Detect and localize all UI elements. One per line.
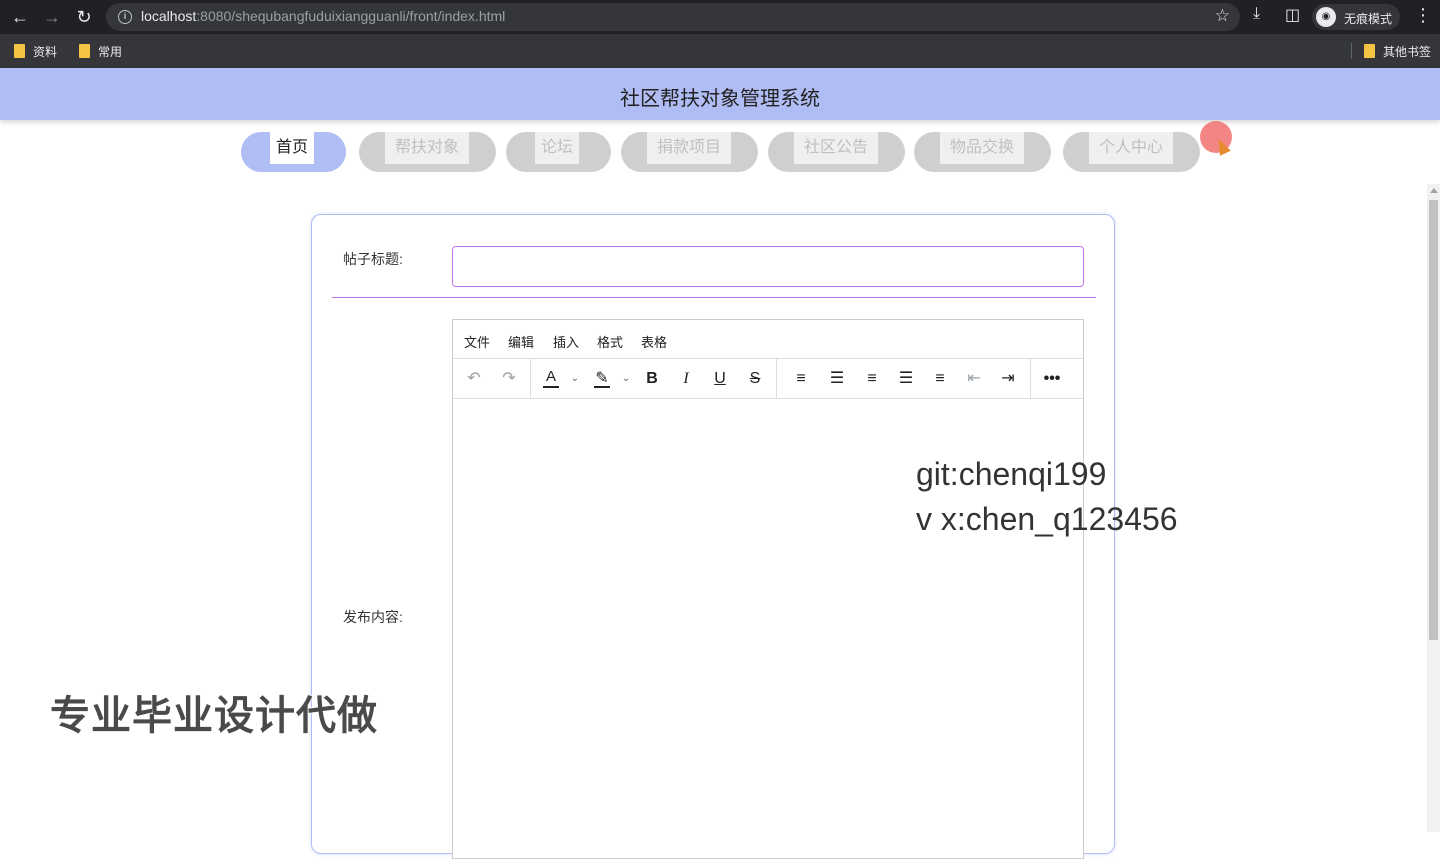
nav-item-exchange[interactable]: 物品交换 — [914, 132, 1051, 172]
line-height-icon[interactable]: ≡ — [787, 365, 815, 393]
menu-edit[interactable]: 编辑 — [508, 332, 534, 351]
scroll-up-icon[interactable] — [1430, 188, 1438, 193]
strikethrough-icon[interactable]: S — [741, 365, 769, 393]
menu-file[interactable]: 文件 — [464, 332, 490, 351]
nav-home[interactable]: 首页 — [241, 132, 346, 172]
indent-icon[interactable]: ⇥ — [994, 365, 1022, 393]
menu-table[interactable]: 表格 — [641, 332, 667, 351]
incognito-icon: ◉ — [1316, 7, 1336, 27]
other-bookmarks[interactable]: 其他书签 — [1364, 42, 1431, 60]
url-text[interactable]: localhost:8080/shequbangfuduixiangguanli… — [141, 8, 505, 24]
bold-icon[interactable]: B — [638, 365, 666, 393]
align-right-icon[interactable]: ☰ — [892, 365, 920, 393]
title-label: 帖子标题: — [343, 251, 403, 267]
bookmark-label: 常用 — [98, 44, 123, 59]
more-icon[interactable]: ••• — [1038, 365, 1066, 393]
bookmarks-divider — [1351, 43, 1352, 59]
incognito-label: 无痕模式 — [1344, 12, 1393, 26]
align-center-icon[interactable]: ≡ — [858, 365, 886, 393]
toolbar-separator — [776, 359, 777, 398]
align-left-icon[interactable]: ☰ — [823, 365, 851, 393]
chevron-down-icon[interactable]: ⌄ — [569, 365, 581, 393]
nav-label: 帮扶对象 — [385, 132, 469, 164]
toolbar-separator — [1030, 359, 1031, 398]
nav-label: 论坛 — [535, 132, 579, 164]
underline-icon[interactable]: U — [706, 365, 734, 393]
nav-label: 首页 — [270, 132, 314, 164]
nav-label: 个人中心 — [1089, 132, 1173, 164]
info-icon[interactable]: i — [118, 10, 132, 24]
bookmark-label: 其他书签 — [1383, 44, 1432, 59]
menu-insert[interactable]: 插入 — [553, 332, 579, 351]
editor-menubar: 文件 编辑 插入 格式 表格 — [453, 320, 1083, 359]
bookmarks-bar: 资料 常用 其他书签 — [0, 34, 1440, 68]
form-divider — [332, 297, 1096, 298]
folder-icon — [14, 44, 25, 58]
content-label: 发布内容: — [343, 609, 403, 625]
highlight-icon[interactable]: ✎ — [588, 365, 616, 393]
nav-label: 物品交换 — [940, 132, 1024, 164]
scroll-thumb[interactable] — [1429, 200, 1438, 640]
bookmark-label: 资料 — [33, 44, 58, 59]
align-justify-icon[interactable]: ≡ — [926, 365, 954, 393]
nav-personal-center[interactable]: 个人中心 — [1063, 132, 1200, 172]
redo-icon[interactable]: ↷ — [495, 365, 523, 393]
forward-icon[interactable]: → — [40, 5, 64, 29]
watermark-contact: git:chenqi199 v x:chen_q123456 — [916, 452, 1178, 542]
text-color-icon[interactable]: A — [537, 365, 565, 393]
nav-assist-targets[interactable]: 帮扶对象 — [359, 132, 496, 172]
watermark-promo: 专业毕业设计代做 — [50, 694, 378, 738]
toolbar-separator — [530, 359, 531, 398]
rich-text-editor[interactable]: 文件 编辑 插入 格式 表格 ↶ ↷ A ⌄ ✎ ⌄ B I U S ≡ ☰ ≡… — [452, 319, 1084, 859]
italic-icon[interactable]: I — [672, 365, 700, 393]
nav-forum[interactable]: 论坛 — [506, 132, 611, 172]
undo-icon[interactable]: ↶ — [460, 365, 488, 393]
app-header: 社区帮扶对象管理系统 — [0, 68, 1440, 120]
page-scrollbar[interactable] — [1427, 184, 1440, 832]
download-icon[interactable]: ⤓ — [1253, 5, 1260, 23]
side-panel-icon[interactable]: ◫ — [1285, 5, 1300, 25]
browser-toolbar: ← → ↻ i localhost:8080/shequbangfuduixia… — [0, 0, 1440, 34]
nav-community-notices[interactable]: 社区公告 — [768, 132, 905, 172]
watermark-wechat-line: v x:chen_q123456 — [916, 500, 1178, 537]
nav-label: 捐款项目 — [647, 132, 731, 164]
nav-donation-projects[interactable]: 捐款项目 — [621, 132, 758, 172]
address-bar[interactable]: i localhost:8080/shequbangfuduixiangguan… — [106, 3, 1240, 31]
watermark-git-line: git:chenqi199 — [916, 456, 1107, 492]
menu-format[interactable]: 格式 — [597, 332, 623, 351]
bookmark-folder-1[interactable]: 资料 — [14, 42, 57, 60]
post-title-input[interactable] — [452, 246, 1084, 287]
nav-label: 社区公告 — [794, 132, 878, 164]
back-icon[interactable]: ← — [8, 5, 32, 29]
editor-toolbar: ↶ ↷ A ⌄ ✎ ⌄ B I U S ≡ ☰ ≡ ☰ ≡ ⇤ ⇥ ••• — [453, 359, 1083, 399]
bookmark-folder-2[interactable]: 常用 — [79, 42, 122, 60]
more-vert-icon[interactable]: ⋮ — [1414, 5, 1432, 26]
folder-icon — [1364, 44, 1375, 58]
page-title: 社区帮扶对象管理系统 — [620, 88, 820, 110]
chevron-down-icon[interactable]: ⌄ — [620, 365, 632, 393]
folder-icon — [79, 44, 90, 58]
outdent-icon[interactable]: ⇤ — [960, 365, 988, 393]
incognito-badge[interactable]: ◉ 无痕模式 — [1312, 4, 1400, 30]
star-icon[interactable]: ☆ — [1215, 6, 1230, 26]
reload-icon[interactable]: ↻ — [72, 5, 96, 29]
